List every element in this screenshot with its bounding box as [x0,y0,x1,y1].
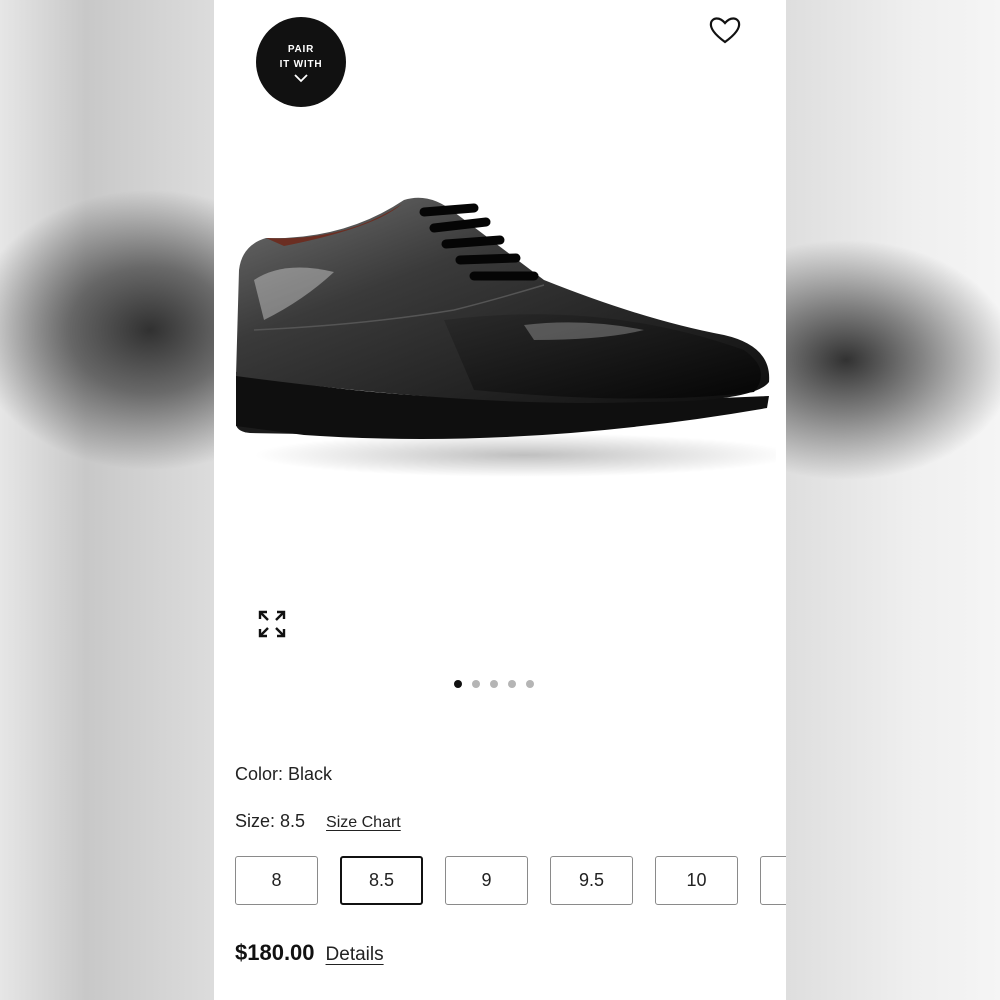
pair-it-with-line1: PAIR [287,43,315,55]
carousel-dot[interactable] [454,680,462,688]
details-link[interactable]: Details [326,944,384,966]
product-page: PAIR IT WITH Color: Black Size: 8.5 Size… [214,0,786,1000]
carousel-dot[interactable] [472,680,480,688]
carousel-dots [454,680,534,688]
blurred-background-right [786,0,1000,1000]
carousel-dot[interactable] [508,680,516,688]
carousel-dot[interactable] [490,680,498,688]
pair-it-with-line2: IT WITH [279,58,323,70]
product-image [236,197,776,477]
size-option-button[interactable]: 9.5 [550,856,633,905]
size-option-button[interactable] [760,856,786,905]
pair-it-with-button[interactable]: PAIR IT WITH [256,17,346,107]
price-row: $180.00 Details [235,940,384,966]
heart-icon[interactable] [708,14,742,46]
expand-icon[interactable] [256,608,288,640]
price: $180.00 [235,940,315,965]
color-label: Color: Black [235,764,333,784]
size-option-button[interactable]: 10 [655,856,738,905]
size-option-button[interactable]: 8 [235,856,318,905]
chevron-down-icon [294,73,308,82]
size-chart-link[interactable]: Size Chart [326,814,401,832]
size-label: Size: 8.5 [235,811,306,831]
size-option-button[interactable]: 9 [445,856,528,905]
blurred-background-left [0,0,214,1000]
size-options: 8 8.5 9 9.5 10 [235,856,786,905]
size-option-button[interactable]: 8.5 [340,856,423,905]
carousel-dot[interactable] [526,680,534,688]
size-row: Size: 8.5 Size Chart [235,811,401,832]
